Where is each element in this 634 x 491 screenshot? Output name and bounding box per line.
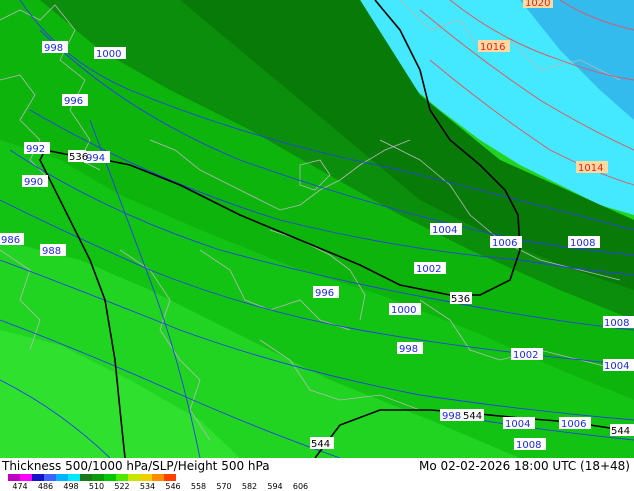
legend-swatch <box>80 474 92 481</box>
svg-text:536: 536 <box>451 294 470 305</box>
svg-text:986: 986 <box>1 235 20 246</box>
slp-label-high: 1016 <box>478 40 510 53</box>
height-label: 544 <box>610 424 634 437</box>
legend-swatch <box>56 474 68 481</box>
svg-text:1006: 1006 <box>561 419 586 430</box>
slp-label: 1008 <box>603 316 634 329</box>
legend-swatch <box>116 474 128 481</box>
svg-text:1014: 1014 <box>578 163 603 174</box>
color-legend <box>8 474 176 482</box>
height-label: 544 <box>310 437 334 450</box>
svg-text:998: 998 <box>44 43 63 54</box>
map-title: Thickness 500/1000 hPa/SLP/Height 500 hP… <box>2 459 270 473</box>
svg-text:1004: 1004 <box>604 361 629 372</box>
map-footer: Thickness 500/1000 hPa/SLP/Height 500 hP… <box>0 458 634 491</box>
slp-label-high: 1014 <box>576 161 608 174</box>
svg-text:996: 996 <box>315 288 334 299</box>
slp-label: 986 <box>0 233 24 246</box>
slp-label: 1004 <box>503 417 535 430</box>
svg-text:1002: 1002 <box>416 264 441 275</box>
legend-swatch <box>164 474 176 481</box>
legend-swatch <box>92 474 104 481</box>
svg-text:1016: 1016 <box>480 42 505 53</box>
svg-text:1020: 1020 <box>525 0 550 9</box>
slp-label-high: 1020 <box>523 0 553 9</box>
weather-map-view: 998 1000 996 992 994 990 986 988 1004 10… <box>0 0 634 491</box>
svg-text:1008: 1008 <box>516 440 541 451</box>
legend-swatch <box>128 474 140 481</box>
slp-label: 1004 <box>603 359 634 372</box>
slp-label: 1000 <box>94 47 126 60</box>
legend-swatch <box>8 474 20 481</box>
svg-text:536: 536 <box>69 152 88 163</box>
svg-text:544: 544 <box>311 439 330 450</box>
legend-swatch <box>140 474 152 481</box>
height-label: 536 <box>68 150 88 163</box>
svg-text:544: 544 <box>463 411 482 422</box>
slp-label: 1006 <box>559 417 591 430</box>
slp-label: 1002 <box>511 348 543 361</box>
slp-label: 998 <box>397 342 423 355</box>
svg-text:1008: 1008 <box>570 238 595 249</box>
legend-swatch <box>68 474 80 481</box>
slp-label: 998 <box>42 41 68 54</box>
svg-text:1008: 1008 <box>604 318 629 329</box>
valid-time: Mo 02-02-2026 18:00 UTC (18+48) <box>418 459 630 473</box>
svg-text:1004: 1004 <box>505 419 530 430</box>
legend-swatch <box>20 474 32 481</box>
slp-label: 996 <box>62 94 88 107</box>
slp-label: 1000 <box>389 303 421 316</box>
svg-text:994: 994 <box>86 153 105 164</box>
legend-swatch <box>44 474 56 481</box>
svg-text:1000: 1000 <box>391 305 416 316</box>
slp-label: 988 <box>40 244 66 257</box>
svg-text:990: 990 <box>24 177 43 188</box>
height-label: 544 <box>462 409 484 422</box>
height-label: 536 <box>450 292 472 305</box>
slp-label: 1008 <box>514 438 546 451</box>
slp-label: 990 <box>22 175 48 188</box>
svg-text:1004: 1004 <box>432 225 457 236</box>
svg-text:988: 988 <box>42 246 61 257</box>
svg-text:998: 998 <box>399 344 418 355</box>
slp-label: 992 <box>24 142 50 155</box>
slp-label: 996 <box>313 286 339 299</box>
svg-text:1000: 1000 <box>96 49 121 60</box>
slp-label: 1004 <box>430 223 462 236</box>
slp-label: 1006 <box>490 236 522 249</box>
svg-text:992: 992 <box>26 144 45 155</box>
svg-text:996: 996 <box>64 96 83 107</box>
slp-label: 1002 <box>414 262 446 275</box>
slp-label: 1008 <box>568 236 600 249</box>
legend-swatch <box>152 474 164 481</box>
svg-text:1002: 1002 <box>513 350 538 361</box>
svg-text:998: 998 <box>442 411 461 422</box>
svg-text:1006: 1006 <box>492 238 517 249</box>
legend-ticks: 474 486 498 510 522 534 546 558 570 582 594 606 <box>0 482 330 491</box>
thickness-map: 998 1000 996 992 994 990 986 988 1004 10… <box>0 0 634 458</box>
legend-swatch <box>104 474 116 481</box>
legend-swatch <box>32 474 44 481</box>
svg-text:544: 544 <box>611 426 630 437</box>
